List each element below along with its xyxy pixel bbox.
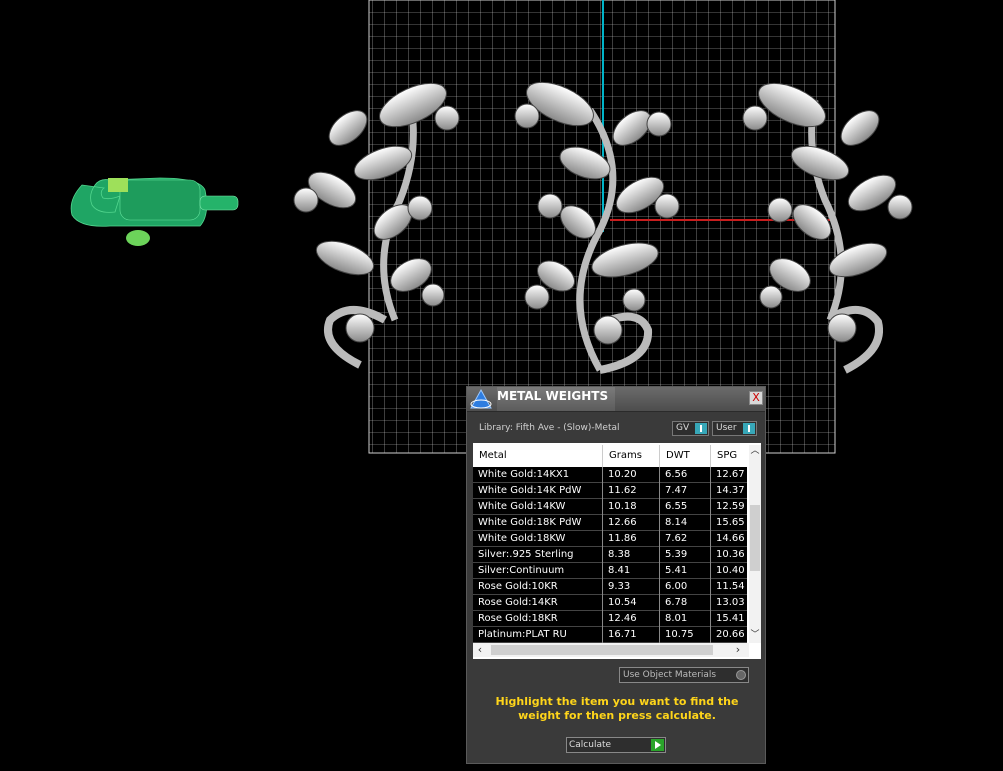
use-object-materials-toggle[interactable]: Use Object Materials: [619, 667, 749, 683]
play-arrow-icon: [651, 739, 664, 751]
cell-metal: White Gold:14KW: [473, 499, 603, 515]
cell-grams: 12.46: [603, 611, 660, 627]
cell-spg: 14.37: [716, 485, 745, 496]
user-toggle[interactable]: User: [712, 421, 757, 436]
cell-dwt: 6.00: [660, 579, 711, 595]
cell-metal: Silver:Continuum: [473, 563, 603, 579]
cell-dwt: 6.78: [660, 595, 711, 611]
cell-dwt: 7.62: [660, 531, 711, 547]
cell-dwt: 5.41: [660, 563, 711, 579]
scroll-down-icon[interactable]: ﹀: [749, 629, 761, 641]
cell-dwt: 10.75: [660, 627, 711, 643]
table-row[interactable]: White Gold:14K PdW 11.62 7.47 14.37: [473, 483, 747, 499]
metal-weights-dialog: METAL WEIGHTS X Library: Fifth Ave - (Sl…: [466, 386, 766, 764]
vertical-scrollbar[interactable]: ︿ ﹀: [749, 445, 761, 643]
toggle-switch-icon: [695, 423, 707, 434]
cell-dwt: 5.39: [660, 547, 711, 563]
table-header: Metal Grams DWT SPG: [473, 445, 747, 467]
gv-toggle[interactable]: GV: [672, 421, 709, 436]
table-row[interactable]: White Gold:14KX1 10.20 6.56 12.67: [473, 467, 747, 483]
column-header-grams[interactable]: Grams: [603, 445, 660, 467]
cell-grams: 10.20: [603, 467, 660, 483]
table-row[interactable]: Rose Gold:14KR 10.54 6.78 13.03: [473, 595, 747, 611]
cell-grams: 11.62: [603, 483, 660, 499]
metal-table: Metal Grams DWT SPG White Gold:14KX1 10.2…: [473, 443, 761, 659]
clasp-model[interactable]: [70, 177, 239, 246]
cell-spg: 12.59: [716, 501, 745, 512]
table-row[interactable]: Silver:Continuum 8.41 5.41 10.40: [473, 563, 747, 579]
table-row[interactable]: White Gold:14KW 10.18 6.55 12.59: [473, 499, 747, 515]
cell-metal: White Gold:18K PdW: [473, 515, 603, 531]
vertical-scroll-thumb[interactable]: [750, 505, 760, 571]
cell-grams: 16.71: [603, 627, 660, 643]
cell-grams: 12.66: [603, 515, 660, 531]
table-row[interactable]: Rose Gold:10KR 9.33 6.00 11.54: [473, 579, 747, 595]
cell-spg: 14.66: [716, 533, 745, 544]
cell-metal: Rose Gold:10KR: [473, 579, 603, 595]
cell-spg: 15.65: [716, 517, 745, 528]
cell-dwt: 7.47: [660, 483, 711, 499]
scroll-left-icon[interactable]: ‹: [473, 643, 487, 657]
table-row[interactable]: Rose Gold:18KR 12.46 8.01 15.41: [473, 611, 747, 627]
cell-spg: 11.54: [716, 581, 745, 592]
cell-metal: Rose Gold:18KR: [473, 611, 603, 627]
calculate-label: Calculate: [569, 740, 612, 750]
cell-spg: 10.36: [716, 549, 745, 560]
table-row[interactable]: Silver:.925 Sterling 8.38 5.39 10.36: [473, 547, 747, 563]
cell-grams: 8.41: [603, 563, 660, 579]
cell-dwt: 6.55: [660, 499, 711, 515]
dialog-title: METAL WEIGHTS: [497, 387, 615, 411]
cell-grams: 11.86: [603, 531, 660, 547]
column-header-spg[interactable]: SPG: [711, 445, 747, 467]
cell-metal: White Gold:14KX1: [473, 467, 603, 483]
gv-toggle-label: GV: [676, 423, 690, 433]
cell-grams: 10.54: [603, 595, 660, 611]
close-button[interactable]: X: [749, 391, 763, 405]
toggle-switch-icon: [743, 423, 755, 434]
table-body: White Gold:14KX1 10.20 6.56 12.67 White Gold…: [473, 467, 747, 643]
cell-spg: 10.40: [716, 565, 745, 576]
column-header-metal[interactable]: Metal: [473, 445, 603, 467]
cell-dwt: 8.14: [660, 515, 711, 531]
cell-grams: 10.18: [603, 499, 660, 515]
cell-dwt: 6.56: [660, 467, 711, 483]
user-toggle-label: User: [716, 423, 737, 433]
cell-metal: White Gold:18KW: [473, 531, 603, 547]
cell-metal: Silver:.925 Sterling: [473, 547, 603, 563]
cell-metal: Platinum:PLAT RU: [473, 627, 603, 643]
table-row[interactable]: Platinum:PLAT RU 16.71 10.75 20.66: [473, 627, 747, 643]
cell-grams: 9.33: [603, 579, 660, 595]
cell-spg: 15.41: [716, 613, 745, 624]
library-label: Library: Fifth Ave - (Slow)-Metal: [479, 423, 620, 433]
column-header-dwt[interactable]: DWT: [660, 445, 711, 467]
scroll-right-icon[interactable]: ›: [731, 643, 745, 657]
dialog-titlebar[interactable]: METAL WEIGHTS X: [467, 387, 765, 412]
table-row[interactable]: White Gold:18KW 11.86 7.62 14.66: [473, 531, 747, 547]
use-object-materials-label: Use Object Materials: [623, 670, 717, 680]
horizontal-scroll-thumb[interactable]: [491, 645, 713, 655]
app-logo-icon: [470, 388, 492, 409]
cell-metal: Rose Gold:14KR: [473, 595, 603, 611]
calculate-button[interactable]: Calculate: [566, 737, 666, 753]
scroll-up-icon[interactable]: ︿: [749, 445, 761, 457]
cell-spg: 20.66: [716, 629, 745, 640]
cell-spg: 12.67: [716, 469, 745, 480]
table-row[interactable]: White Gold:18K PdW 12.66 8.14 15.65: [473, 515, 747, 531]
radio-knob-icon: [736, 670, 746, 680]
cell-metal: White Gold:14K PdW: [473, 483, 603, 499]
instruction-text: Highlight the item you want to find the …: [495, 695, 739, 722]
horizontal-scrollbar[interactable]: ‹ ›: [473, 643, 749, 657]
cell-dwt: 8.01: [660, 611, 711, 627]
cell-spg: 13.03: [716, 597, 745, 608]
cell-grams: 8.38: [603, 547, 660, 563]
